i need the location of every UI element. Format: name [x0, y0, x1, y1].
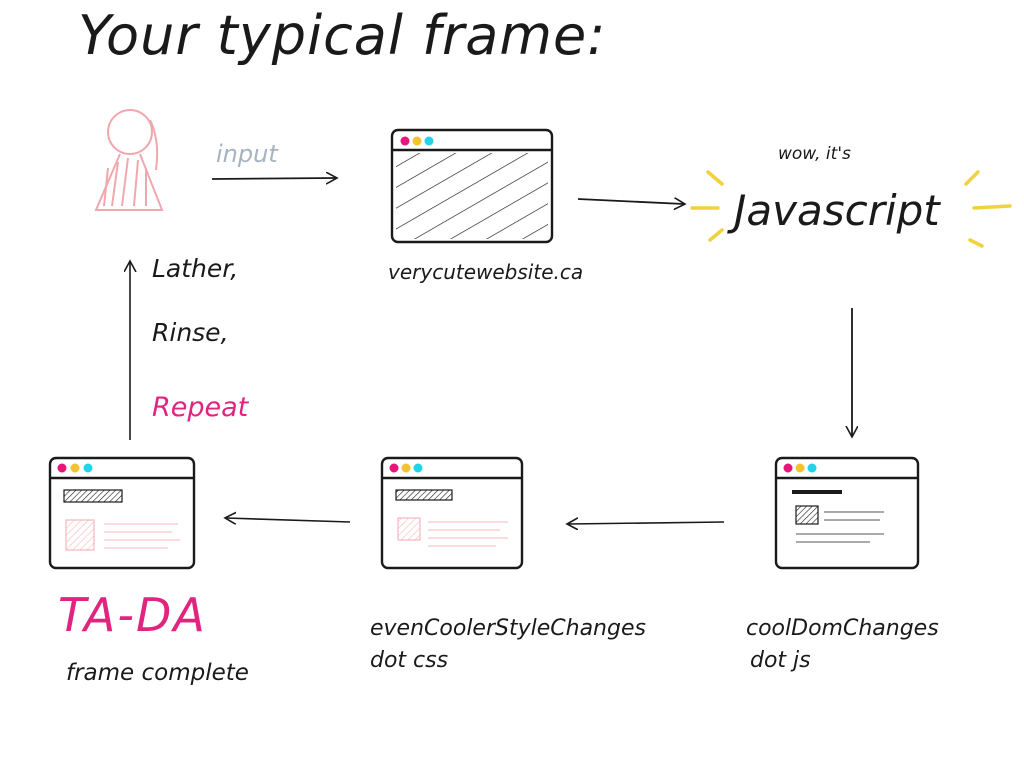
loop-rinse: Rinse, [152, 318, 229, 347]
browser-window-icon [48, 456, 196, 570]
javascript-prefix: wow, it's [778, 144, 851, 164]
website-label: verycutewebsite.ca [388, 260, 584, 284]
arrow-icon [226, 518, 351, 522]
javascript-label: Javascript [734, 186, 940, 235]
tada-label: TA-DA [58, 588, 207, 642]
arrow-icon [211, 178, 336, 179]
loop-lather: Lather, [152, 254, 239, 283]
dom-step-sub: dot js [750, 648, 811, 673]
browser-window-icon [390, 128, 554, 244]
frame-complete-label: frame complete [66, 660, 249, 686]
css-step-name: evenCoolerStyleChanges [370, 616, 646, 641]
loop-repeat: Repeat [152, 392, 249, 423]
css-step-sub: dot css [370, 648, 449, 673]
browser-window-icon [774, 456, 920, 570]
person-icon [94, 109, 164, 211]
arrow-icon [577, 199, 684, 204]
input-label: input [216, 140, 278, 168]
arrow-icon [568, 522, 725, 524]
browser-window-icon [380, 456, 524, 570]
diagram-canvas [48, 109, 1012, 570]
dom-step-name: coolDomChanges [746, 616, 939, 641]
